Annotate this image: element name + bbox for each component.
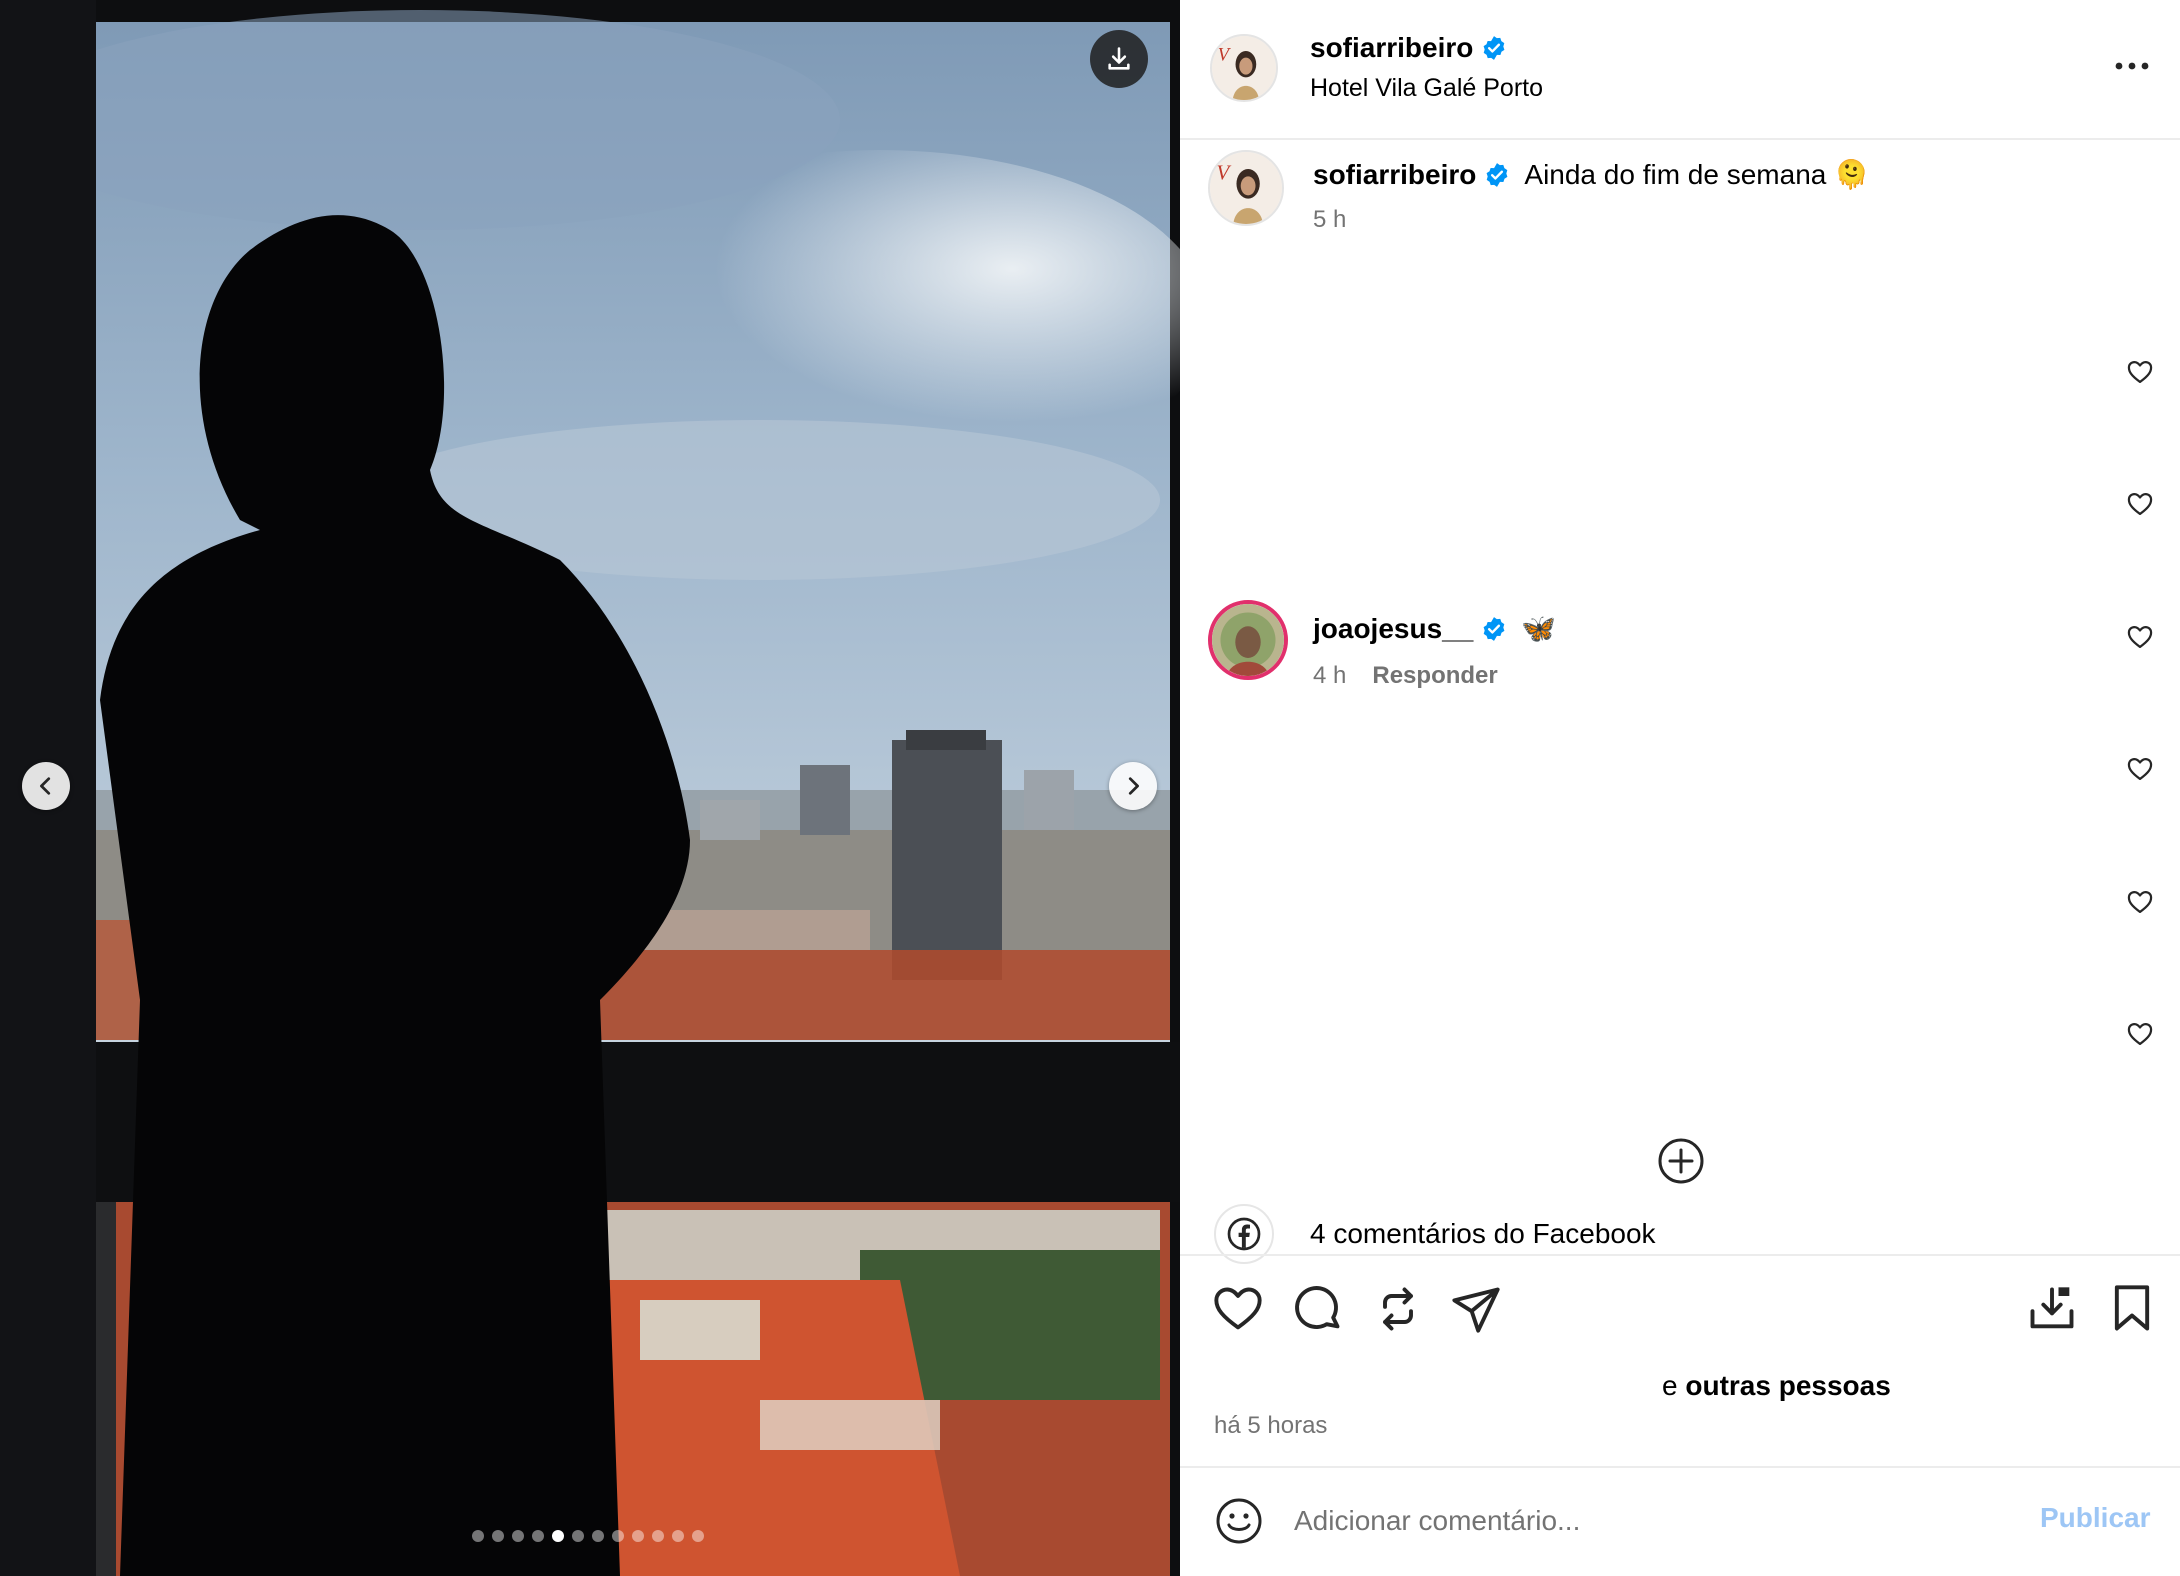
emoji-icon[interactable] (1214, 1496, 1264, 1546)
comment: joaojesus__ 🦋 (1313, 612, 1556, 645)
actions-divider (1180, 1254, 2180, 1256)
post-location[interactable]: Hotel Vila Galé Porto (1310, 74, 1543, 103)
post-panel: V sofiarribeiro Hotel Vila Galé Porto V (1180, 0, 2180, 1576)
share-button[interactable] (1450, 1283, 1502, 1335)
verified-badge-icon (1483, 616, 1505, 641)
carousel-dot (492, 1530, 504, 1542)
download-icon (1108, 47, 1130, 70)
verified-badge-icon (1483, 36, 1505, 60)
carousel-next-button[interactable] (1109, 762, 1157, 810)
caption-time[interactable]: 5 h (1313, 206, 1346, 234)
more-options-button[interactable] (2104, 48, 2160, 84)
publish-button[interactable]: Publicar (2040, 1502, 2150, 1534)
carousel-dot (592, 1530, 604, 1542)
chevron-left-icon (40, 777, 51, 795)
caption: sofiarribeiro Ainda do fim de semana 🫠 (1313, 158, 1869, 191)
header-divider (1180, 138, 2180, 140)
comment-meta: 4 h Responder (1313, 662, 1498, 690)
carousel-dot (552, 1530, 564, 1542)
more-horizontal-icon (2115, 62, 2149, 70)
carousel-dot (612, 1530, 624, 1542)
comment-button[interactable] (1292, 1283, 1344, 1335)
download-button[interactable] (1090, 30, 1148, 88)
post-time[interactable]: há 5 horas (1214, 1412, 1327, 1440)
comment-input[interactable] (1294, 1494, 2054, 1548)
caption-username[interactable]: sofiarribeiro (1313, 159, 1476, 191)
comment-like-button[interactable] (2126, 358, 2154, 386)
carousel-dot (532, 1530, 544, 1542)
load-more-comments-button[interactable] (1656, 1136, 1706, 1186)
comment-username[interactable]: joaojesus__ (1313, 613, 1473, 645)
likes-others[interactable]: outras pessoas (1685, 1370, 1890, 1401)
comment-composer: Publicar (1180, 1466, 2180, 1576)
post-media[interactable] (0, 0, 1180, 1576)
bookmark-button[interactable] (2106, 1283, 2158, 1335)
comment-like-button[interactable] (2126, 888, 2154, 916)
caption-text: Ainda do fim de semana 🫠 (1524, 159, 1869, 190)
carousel-dot (692, 1530, 704, 1542)
facebook-comments-label[interactable]: 4 comentários do Facebook (1310, 1218, 1656, 1250)
chevron-right-icon (1128, 777, 1139, 795)
comment-avatar[interactable] (1208, 600, 1288, 680)
carousel-indicator (472, 1529, 704, 1543)
comment-like-button[interactable] (2126, 623, 2154, 651)
comment-time[interactable]: 4 h (1313, 662, 1346, 690)
comment-like-button[interactable] (2126, 755, 2154, 783)
carousel-dot (512, 1530, 524, 1542)
caption-avatar[interactable]: V (1208, 150, 1284, 226)
carousel-dot (572, 1530, 584, 1542)
carousel-dot (672, 1530, 684, 1542)
save-to-collection-button[interactable] (2026, 1283, 2078, 1335)
likes-summary[interactable]: e outras pessoas (1662, 1370, 1891, 1402)
comment-like-button[interactable] (2126, 1020, 2154, 1048)
post-photo (0, 0, 1180, 1576)
carousel-prev-button[interactable] (22, 762, 70, 810)
reply-button[interactable]: Responder (1372, 662, 1497, 690)
svg-text:V: V (1216, 161, 1231, 185)
comment-text: 🦋 (1521, 613, 1557, 644)
caption-meta: 5 h (1313, 206, 1346, 234)
author-username[interactable]: sofiarribeiro (1310, 32, 1507, 64)
carousel-dot (472, 1530, 484, 1542)
author-avatar[interactable]: V (1210, 34, 1278, 102)
carousel-dot (652, 1530, 664, 1542)
carousel-dot (632, 1530, 644, 1542)
comment-like-button[interactable] (2126, 490, 2154, 518)
verified-badge-icon (1486, 162, 1508, 187)
repost-button[interactable] (1372, 1283, 1424, 1335)
like-button[interactable] (1212, 1283, 1264, 1335)
likes-prefix: e (1662, 1370, 1686, 1401)
